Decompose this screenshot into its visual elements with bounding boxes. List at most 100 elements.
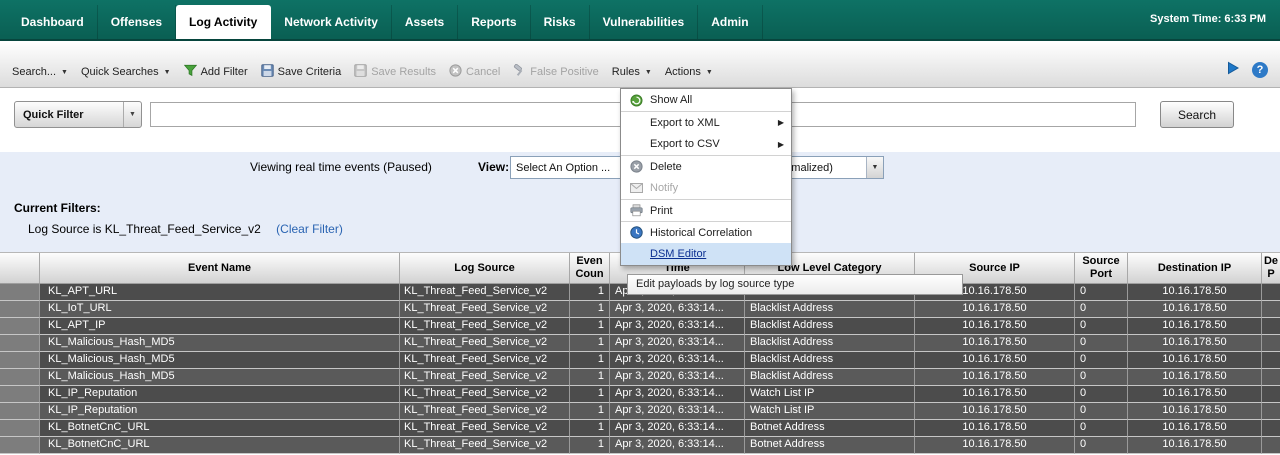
play-icon[interactable] <box>1226 61 1240 78</box>
menu-item-dsm-editor[interactable]: DSM Editor <box>621 243 791 265</box>
cell-destination-ip: 10.16.178.50 <box>1128 335 1262 352</box>
cell-source-ip: 10.16.178.50 <box>915 335 1075 352</box>
cell-flag <box>0 386 40 403</box>
quick-filter-label: Quick Filter <box>15 109 123 121</box>
column-header-log-source[interactable]: Log Source <box>400 253 570 283</box>
table-row[interactable]: KL_IP_Reputation KL_Threat_Feed_Service_… <box>0 386 1280 403</box>
table-row[interactable]: KL_Malicious_Hash_MD5 KL_Threat_Feed_Ser… <box>0 369 1280 386</box>
help-icon[interactable]: ? <box>1252 62 1268 78</box>
column-header-event-count[interactable]: Even Coun <box>570 253 610 283</box>
false-positive-button[interactable]: False Positive <box>513 64 598 80</box>
toolbar-row: Search... ▼ Quick Searches ▼ Add Filter … <box>12 64 713 80</box>
chevron-down-icon: ▼ <box>61 69 68 76</box>
cell-time: Apr 3, 2020, 6:33:14... <box>610 335 745 352</box>
tab-network-activity[interactable]: Network Activity <box>271 5 392 39</box>
search-menu-button[interactable]: Search... ▼ <box>12 66 68 78</box>
cell-low-level-category: Blacklist Address <box>745 318 915 335</box>
table-row[interactable]: KL_IoT_URL KL_Threat_Feed_Service_v2 1 A… <box>0 301 1280 318</box>
chevron-down-icon: ▼ <box>706 69 713 76</box>
save-criteria-button[interactable]: Save Criteria <box>261 64 342 80</box>
cell-source-port: 0 <box>1075 420 1128 437</box>
menu-item-historical-correlation[interactable]: Historical Correlation <box>621 221 791 243</box>
cancel-button[interactable]: Cancel <box>449 64 500 80</box>
menu-item-notify[interactable]: Notify <box>621 177 791 199</box>
menu-item-print[interactable]: Print <box>621 199 791 221</box>
cell-log-source: KL_Threat_Feed_Service_v2 <box>400 369 570 386</box>
tab-offenses[interactable]: Offenses <box>98 5 176 39</box>
menu-item-label: Export to CSV <box>650 138 720 150</box>
cell-log-source: KL_Threat_Feed_Service_v2 <box>400 352 570 369</box>
nav-tabs: Dashboard Offenses Log Activity Network … <box>8 5 763 39</box>
menu-item-export-to-csv[interactable]: Export to CSV ▶ <box>621 133 791 155</box>
menu-item-delete[interactable]: Delete <box>621 155 791 177</box>
column-header-event-name[interactable]: Event Name <box>40 253 400 283</box>
menu-item-label: Historical Correlation <box>650 227 752 239</box>
tab-admin[interactable]: Admin <box>698 5 762 39</box>
table-row[interactable]: KL_Malicious_Hash_MD5 KL_Threat_Feed_Ser… <box>0 352 1280 369</box>
column-header-destination-port[interactable]: De P <box>1262 253 1280 283</box>
search-menu-label: Search... <box>12 66 56 78</box>
cell-source-ip: 10.16.178.50 <box>915 301 1075 318</box>
cell-time: Apr 3, 2020, 6:33:14... <box>610 420 745 437</box>
toolbar: Search... ▼ Quick Searches ▼ Add Filter … <box>0 43 1280 88</box>
cell-log-source: KL_Threat_Feed_Service_v2 <box>400 437 570 454</box>
table-row[interactable]: KL_Malicious_Hash_MD5 KL_Threat_Feed_Ser… <box>0 335 1280 352</box>
cell-low-level-category: Blacklist Address <box>745 335 915 352</box>
cell-event-count: 1 <box>570 352 610 369</box>
clear-filter-link[interactable]: (Clear Filter) <box>276 222 343 236</box>
save-criteria-label: Save Criteria <box>278 66 342 78</box>
toolbar-right: ? <box>1226 61 1268 78</box>
cell-destination-port <box>1262 352 1280 369</box>
cell-destination-port <box>1262 284 1280 301</box>
cell-event-count: 1 <box>570 369 610 386</box>
table-row[interactable]: KL_APT_IP KL_Threat_Feed_Service_v2 1 Ap… <box>0 318 1280 335</box>
cell-destination-port <box>1262 403 1280 420</box>
column-header-destination-ip[interactable]: Destination IP <box>1128 253 1262 283</box>
menu-item-export-to-xml[interactable]: Export to XML ▶ <box>621 111 791 133</box>
table-row[interactable]: KL_BotnetCnC_URL KL_Threat_Feed_Service_… <box>0 437 1280 454</box>
view-label: View: <box>478 160 509 174</box>
menu-item-show-all[interactable]: Show All <box>621 89 791 111</box>
quick-searches-button[interactable]: Quick Searches ▼ <box>81 66 171 78</box>
cell-time: Apr 3, 2020, 6:33:14... <box>610 437 745 454</box>
table-row[interactable]: KL_BotnetCnC_URL KL_Threat_Feed_Service_… <box>0 420 1280 437</box>
chevron-down-icon: ▼ <box>123 102 141 127</box>
cell-event-count: 1 <box>570 403 610 420</box>
quick-filter-dropdown[interactable]: Quick Filter ▼ <box>14 101 142 128</box>
cell-source-ip: 10.16.178.50 <box>915 420 1075 437</box>
tab-risks[interactable]: Risks <box>531 5 590 39</box>
add-filter-button[interactable]: Add Filter <box>184 64 248 80</box>
cell-low-level-category: Blacklist Address <box>745 352 915 369</box>
table-row[interactable]: KL_IP_Reputation KL_Threat_Feed_Service_… <box>0 403 1280 420</box>
cell-destination-port <box>1262 386 1280 403</box>
cell-flag <box>0 437 40 454</box>
rules-button[interactable]: Rules ▼ <box>612 66 652 78</box>
column-header-flag[interactable] <box>0 253 40 283</box>
top-nav: Dashboard Offenses Log Activity Network … <box>0 0 1280 41</box>
cell-flag <box>0 301 40 318</box>
printer-icon <box>627 204 645 217</box>
tab-assets[interactable]: Assets <box>392 5 458 39</box>
cell-source-port: 0 <box>1075 403 1128 420</box>
cell-event-count: 1 <box>570 318 610 335</box>
save-results-button[interactable]: Save Results <box>354 64 436 80</box>
tab-vulnerabilities[interactable]: Vulnerabilities <box>590 5 699 39</box>
cell-log-source: KL_Threat_Feed_Service_v2 <box>400 284 570 301</box>
column-header-source-port[interactable]: Source Port <box>1075 253 1128 283</box>
actions-label: Actions <box>665 66 701 78</box>
cell-destination-ip: 10.16.178.50 <box>1128 437 1262 454</box>
cell-destination-ip: 10.16.178.50 <box>1128 403 1262 420</box>
hammer-icon <box>513 64 526 80</box>
tab-log-activity[interactable]: Log Activity <box>176 5 271 39</box>
actions-button[interactable]: Actions ▼ <box>665 66 713 78</box>
cell-source-ip: 10.16.178.50 <box>915 403 1075 420</box>
cell-event-name: KL_BotnetCnC_URL <box>40 437 400 454</box>
menu-item-label: Delete <box>650 161 682 173</box>
tab-reports[interactable]: Reports <box>458 5 530 39</box>
cell-event-count: 1 <box>570 386 610 403</box>
cell-event-name: KL_APT_IP <box>40 318 400 335</box>
search-button[interactable]: Search <box>1160 101 1234 128</box>
cell-event-name: KL_IoT_URL <box>40 301 400 318</box>
false-positive-label: False Positive <box>530 66 598 78</box>
tab-dashboard[interactable]: Dashboard <box>8 5 98 39</box>
